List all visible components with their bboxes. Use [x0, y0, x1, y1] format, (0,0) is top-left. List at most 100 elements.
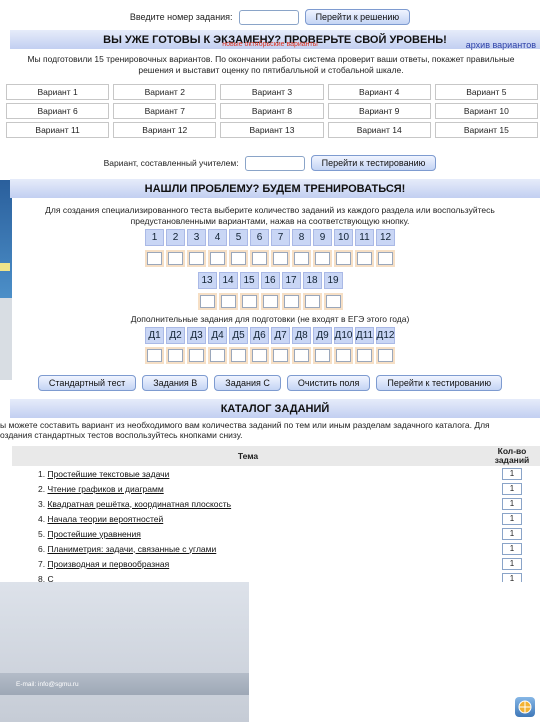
section-count-input[interactable]: [199, 295, 215, 308]
variant-button[interactable]: Вариант 14: [327, 122, 431, 138]
section-count-input[interactable]: [304, 295, 320, 308]
section-count-field[interactable]: [166, 347, 185, 364]
variant-button[interactable]: Вариант 6: [6, 103, 110, 119]
section-count-input[interactable]: [231, 252, 246, 265]
section-count-field[interactable]: [271, 347, 290, 364]
section-count-input[interactable]: [210, 349, 225, 362]
section-count-field[interactable]: [208, 347, 227, 364]
variant-button[interactable]: Вариант 15: [434, 122, 538, 138]
section-count-input[interactable]: [262, 295, 278, 308]
task-count-input[interactable]: 1: [502, 527, 522, 540]
variant-button[interactable]: Вариант 7: [113, 103, 217, 119]
teacher-variant-input[interactable]: [244, 155, 305, 171]
section-count-input[interactable]: [357, 349, 372, 362]
section-count-field[interactable]: [271, 250, 290, 267]
app-icon-button[interactable]: [515, 697, 535, 717]
section-count-field[interactable]: [313, 250, 332, 267]
section-count-input[interactable]: [210, 252, 225, 265]
section-count-field[interactable]: [208, 250, 227, 267]
variant-button[interactable]: Вариант 12: [113, 122, 217, 138]
section-count-field[interactable]: [166, 250, 185, 267]
section-count-input[interactable]: [189, 349, 204, 362]
section-count-input[interactable]: [231, 349, 246, 362]
variant-button[interactable]: Вариант 1: [6, 84, 110, 100]
section-count-field[interactable]: [313, 347, 332, 364]
section-count-input[interactable]: [336, 252, 351, 265]
section-count-field[interactable]: [250, 250, 269, 267]
archive-variants-link[interactable]: архив вариантов: [466, 40, 536, 50]
section-count-input[interactable]: [294, 349, 309, 362]
section-count-field[interactable]: [376, 250, 395, 267]
task-count-input[interactable]: 1: [502, 512, 522, 525]
task-count-input[interactable]: 1: [502, 467, 522, 480]
variant-button[interactable]: Вариант 5: [434, 84, 538, 100]
section-count-input[interactable]: [189, 252, 204, 265]
section-count-input[interactable]: [378, 252, 393, 265]
section-count-input[interactable]: [336, 349, 351, 362]
topic-link[interactable]: Производная и первообразная: [47, 559, 169, 569]
section-count-input[interactable]: [378, 349, 393, 362]
task-count-input[interactable]: 1: [502, 557, 522, 570]
section-count-input[interactable]: [315, 252, 330, 265]
section-count-field[interactable]: [292, 250, 311, 267]
section-count-field[interactable]: [281, 293, 301, 310]
variant-button[interactable]: Вариант 11: [6, 122, 110, 138]
section-count-input[interactable]: [273, 349, 288, 362]
variant-button[interactable]: Вариант 3: [220, 84, 324, 100]
section-count-field[interactable]: [302, 293, 322, 310]
section-count-field[interactable]: [260, 293, 280, 310]
section-count-field[interactable]: [229, 250, 248, 267]
variant-button[interactable]: Вариант 4: [327, 84, 431, 100]
section-count-input[interactable]: [147, 349, 162, 362]
section-count-input[interactable]: [283, 295, 299, 308]
section-count-input[interactable]: [168, 349, 183, 362]
variant-button[interactable]: Вариант 9: [327, 103, 431, 119]
go-to-testing-button[interactable]: Перейти к тестированию: [376, 375, 503, 391]
variant-button[interactable]: Вариант 13: [220, 122, 324, 138]
topic-link[interactable]: Квадратная решётка, координатная плоскос…: [47, 499, 231, 509]
variant-button[interactable]: Вариант 8: [220, 103, 324, 119]
section-count-input[interactable]: [147, 252, 162, 265]
section-count-field[interactable]: [250, 347, 269, 364]
topic-link[interactable]: С: [47, 574, 53, 583]
section-count-input[interactable]: [325, 295, 341, 308]
section-count-field[interactable]: [187, 250, 206, 267]
section-count-field[interactable]: [145, 250, 164, 267]
topic-link[interactable]: Простейшие текстовые задачи: [47, 469, 169, 479]
section-count-input[interactable]: [252, 349, 267, 362]
section-count-field[interactable]: [334, 250, 353, 267]
topic-link[interactable]: Простейшие уравнения: [47, 529, 140, 539]
section-count-field[interactable]: [197, 293, 217, 310]
task-count-input[interactable]: 1: [502, 572, 522, 582]
section-count-field[interactable]: [229, 347, 248, 364]
section-count-field[interactable]: [334, 347, 353, 364]
tasks-b-button[interactable]: Задания В: [142, 375, 209, 391]
section-count-input[interactable]: [294, 252, 309, 265]
section-count-input[interactable]: [168, 252, 183, 265]
section-count-field[interactable]: [376, 347, 395, 364]
section-count-input[interactable]: [357, 252, 372, 265]
section-count-field[interactable]: [187, 347, 206, 364]
variant-button[interactable]: Вариант 10: [434, 103, 538, 119]
section-count-field[interactable]: [355, 347, 374, 364]
task-count-input[interactable]: 1: [502, 497, 522, 510]
section-count-field[interactable]: [323, 293, 343, 310]
topic-link[interactable]: Планиметрия: задачи, связанные с углами: [47, 544, 216, 554]
topic-link[interactable]: Чтение графиков и диаграмм: [47, 484, 163, 494]
tasks-c-button[interactable]: Задания С: [214, 375, 281, 391]
section-count-input[interactable]: [273, 252, 288, 265]
clear-fields-button[interactable]: Очистить поля: [286, 375, 371, 391]
task-count-input[interactable]: 1: [502, 542, 522, 555]
section-count-field[interactable]: [218, 293, 238, 310]
section-count-input[interactable]: [241, 295, 257, 308]
standard-test-button[interactable]: Стандартный тест: [37, 375, 137, 391]
section-count-field[interactable]: [239, 293, 259, 310]
topic-link[interactable]: Начала теории вероятностей: [47, 514, 163, 524]
task-count-input[interactable]: 1: [502, 482, 522, 495]
section-count-input[interactable]: [252, 252, 267, 265]
task-number-input[interactable]: [238, 9, 299, 25]
section-count-field[interactable]: [145, 347, 164, 364]
variant-button[interactable]: Вариант 2: [113, 84, 217, 100]
section-count-input[interactable]: [220, 295, 236, 308]
section-count-field[interactable]: [355, 250, 374, 267]
